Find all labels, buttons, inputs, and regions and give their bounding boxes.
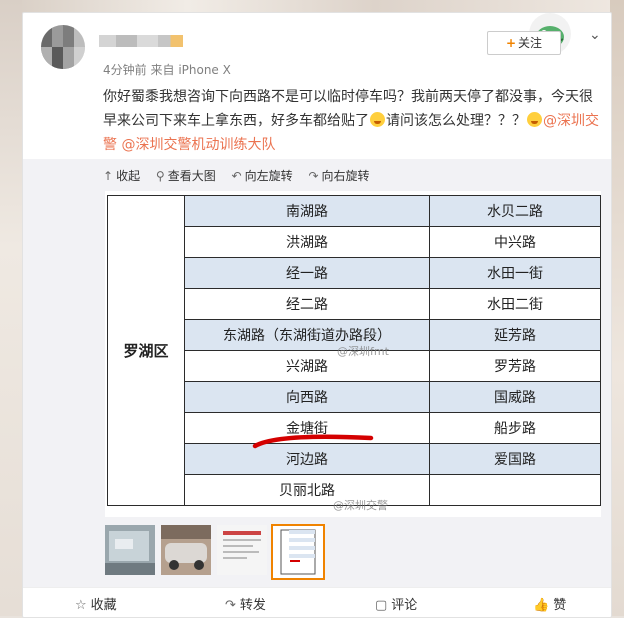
post-text: 你好蜀黍我想咨询下向西路不是可以临时停车吗？我前两天停了都没事，今天很早来公司下… — [103, 85, 603, 157]
road-cell: 爱国路 — [429, 443, 601, 475]
emoji-icon — [370, 112, 385, 127]
media-panel: ↑ 收起 ⚲ 查看大图 ↶ 向左旋转 ↷ 向右旋转 罗湖区 南湖路 水贝二路 洪湖路 中… — [23, 159, 611, 587]
source-prefix: 来自 — [150, 63, 175, 77]
road-cell: 东湖路（东湖街道办路段） — [184, 319, 430, 351]
repost-icon: ↷ — [225, 598, 236, 613]
thumbnail-1[interactable] — [105, 525, 155, 575]
rotate-right-button[interactable]: ↷ 向右旋转 — [308, 167, 369, 184]
comment-button[interactable]: ▢ 评论 — [375, 594, 417, 613]
road-cell: 洪湖路 — [184, 226, 430, 258]
post-time[interactable]: 4分钟前 — [103, 63, 147, 77]
watermark: @深圳交警 — [333, 499, 388, 512]
road-cell: 国威路 — [429, 381, 601, 413]
road-cell: 水田一街 — [429, 257, 601, 289]
emoji-icon — [527, 112, 542, 127]
image-toolbar: ↑ 收起 ⚲ 查看大图 ↶ 向左旋转 ↷ 向右旋转 — [103, 167, 382, 184]
like-icon: 👍 — [533, 598, 550, 613]
watermark: @深圳fmt — [337, 345, 389, 358]
rotate-right-icon: ↷ — [308, 169, 319, 183]
chevron-down-icon[interactable]: ⌄ — [589, 27, 601, 43]
like-button[interactable]: 👍 赞 — [533, 594, 566, 613]
district-cell: 罗湖区 — [107, 195, 185, 506]
road-cell: 兴湖路 — [184, 350, 430, 382]
post-meta: 4分钟前 来自 iPhone X — [103, 61, 231, 78]
road-cell: 贝丽北路 — [184, 474, 430, 506]
road-cell: 水贝二路 — [429, 195, 601, 227]
post-text-question: 请问该怎么处理？？？ — [386, 113, 526, 129]
follow-button[interactable]: + 关注 — [487, 31, 561, 55]
repost-button[interactable]: ↷ 转发 — [225, 594, 266, 613]
weibo-post-card: 4分钟前 来自 iPhone X + 关注 ⌄ 你好蜀黍我想咨询下向西路不是可以临… — [22, 12, 612, 618]
star-icon: ☆ — [75, 598, 87, 613]
username-blurred[interactable] — [99, 35, 183, 47]
action-bar: ☆ 收藏 ↷ 转发 ▢ 评论 👍 赞 — [23, 587, 611, 618]
road-cell: 船步路 — [429, 412, 601, 444]
avatar[interactable] — [41, 25, 85, 69]
rotate-left-button[interactable]: ↶ 向左旋转 — [232, 167, 293, 184]
road-cell: 中兴路 — [429, 226, 601, 258]
road-cell: 经一路 — [184, 257, 430, 289]
red-underline-mark — [252, 434, 374, 449]
table-row: 罗湖区 南湖路 水贝二路 — [107, 195, 601, 506]
view-large-button[interactable]: ⚲ 查看大图 — [156, 167, 216, 184]
road-cell: 罗芳路 — [429, 350, 601, 382]
plus-icon: + — [505, 36, 517, 50]
road-cell: 水田二街 — [429, 288, 601, 320]
roads-image[interactable]: 罗湖区 南湖路 水贝二路 洪湖路 中兴路 经一路 水田一街 经二路 水田二街 东… — [105, 191, 601, 517]
road-cell: 延芳路 — [429, 319, 601, 351]
background-left — [0, 0, 22, 616]
thumbnail-2[interactable] — [161, 525, 211, 575]
background-right — [610, 0, 624, 616]
zoom-icon: ⚲ — [155, 169, 165, 183]
favorite-button[interactable]: ☆ 收藏 — [75, 594, 117, 613]
collapse-icon: ↑ — [103, 169, 114, 183]
road-cell: 南湖路 — [184, 195, 430, 227]
collapse-button[interactable]: ↑ 收起 — [103, 167, 140, 184]
road-cell: 向西路 — [184, 381, 430, 413]
road-cell — [429, 474, 601, 506]
road-cell: 经二路 — [184, 288, 430, 320]
thumbnail-3[interactable] — [217, 525, 267, 575]
rotate-left-icon: ↶ — [231, 169, 242, 183]
post-source[interactable]: iPhone X — [178, 63, 231, 77]
mention-link[interactable]: @深圳交警机动训练大队 — [121, 137, 275, 153]
comment-icon: ▢ — [375, 598, 388, 613]
thumbnail-4-selected[interactable] — [271, 524, 325, 580]
